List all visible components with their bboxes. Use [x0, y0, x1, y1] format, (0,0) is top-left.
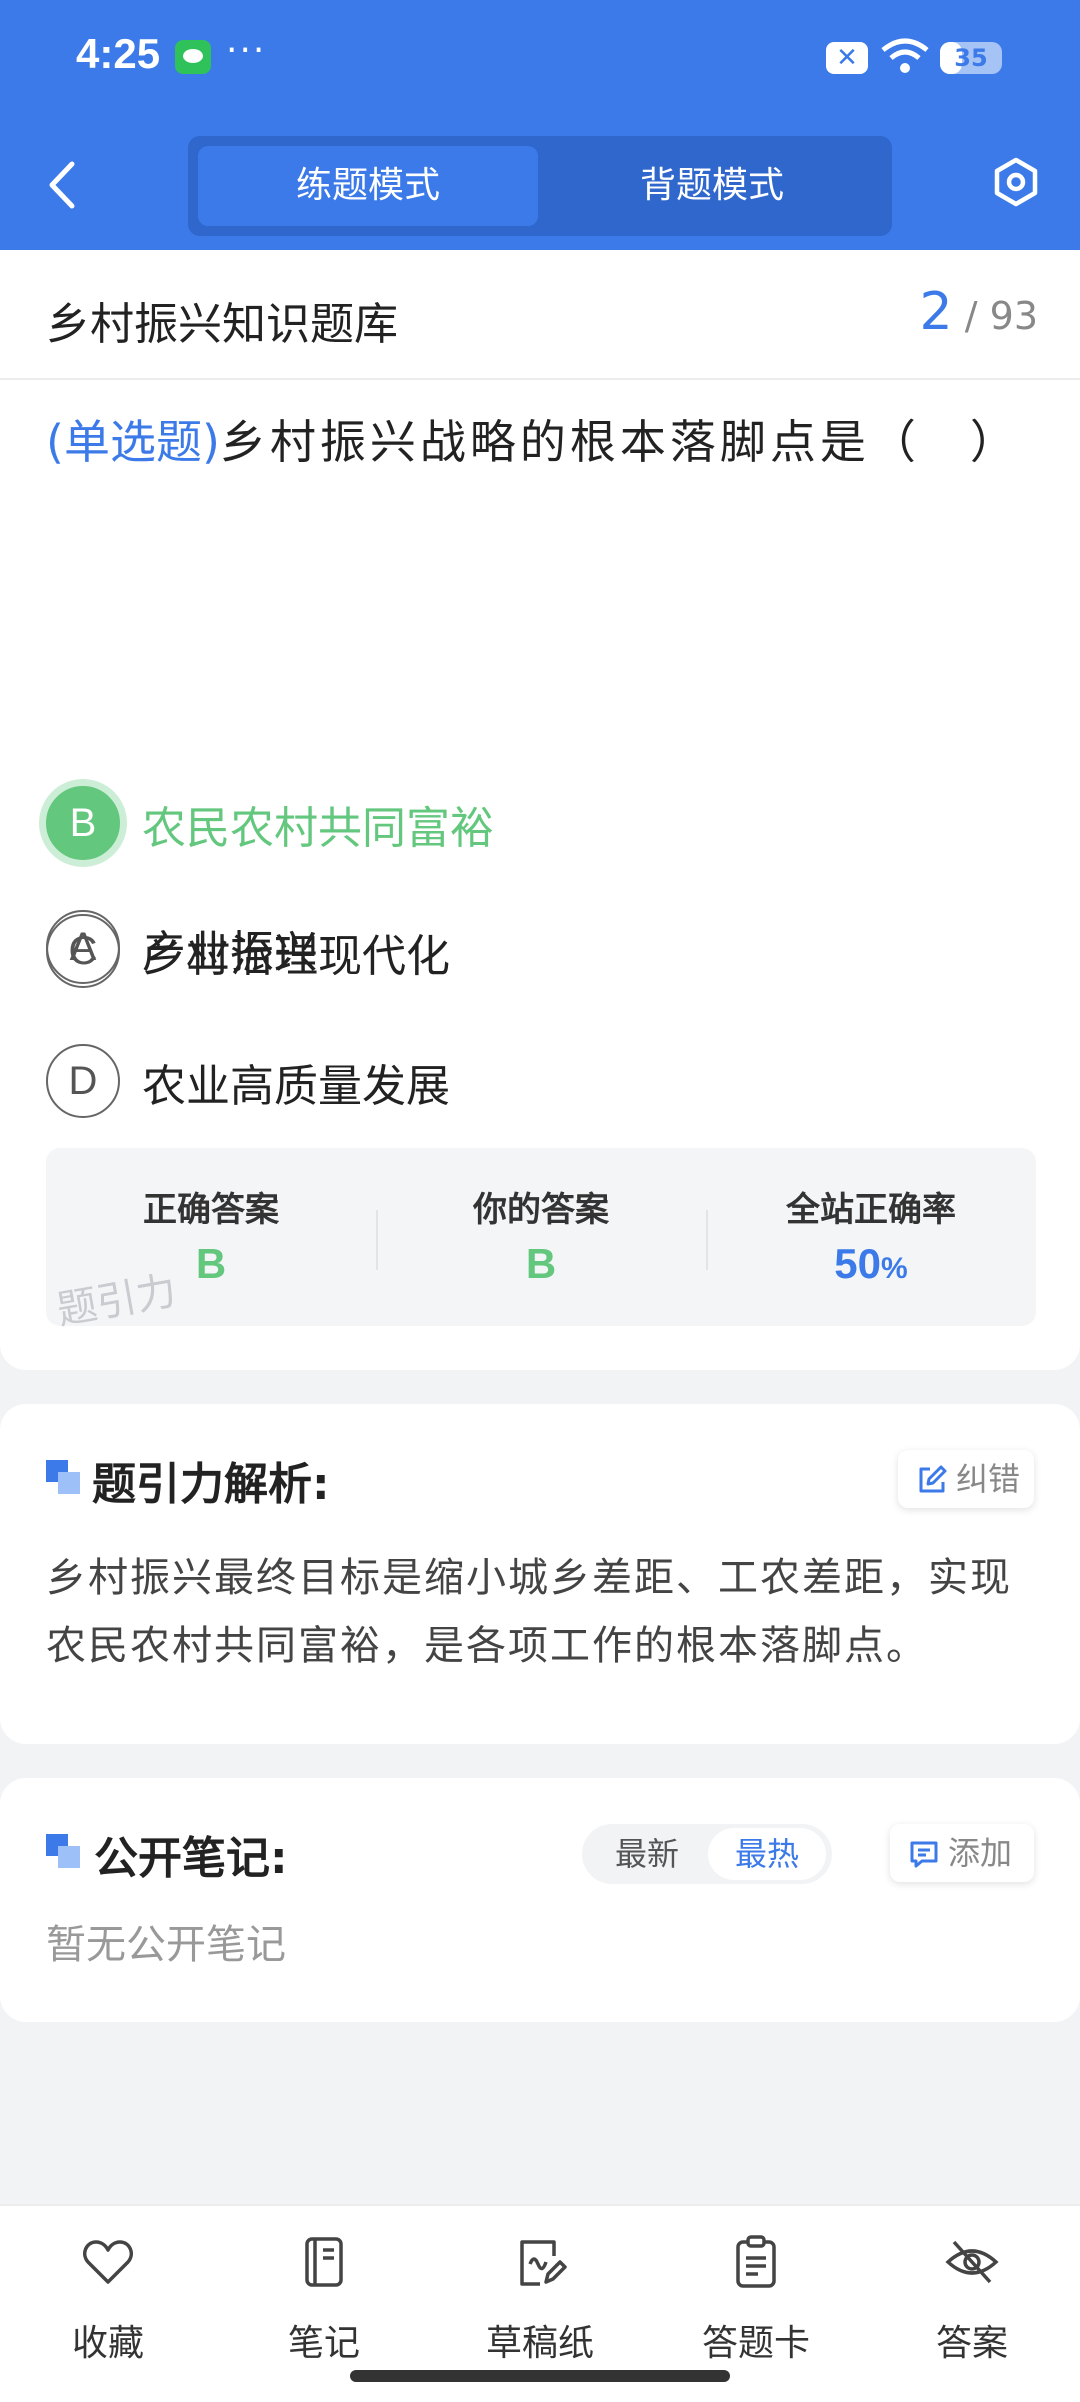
question-stem: (单选题)乡村振兴战略的根本落脚点是（ ） [46, 400, 1036, 484]
favorite-button[interactable]: 收藏 [28, 2234, 188, 2374]
current-question-number: 2 [919, 282, 953, 342]
favorite-label: 收藏 [71, 2323, 144, 2364]
back-arrow-icon[interactable] [40, 158, 88, 212]
analysis-card: 题引力解析: 纠错 乡村振兴最终目标是缩小城乡差距、工农差距，实现农民农村共同富… [0, 1404, 1080, 1744]
option-letter: D [46, 1044, 120, 1118]
status-time: 4:25 [76, 30, 161, 77]
battery-icon: 35 [940, 42, 1002, 74]
report-error-label: 纠错 [956, 1460, 1021, 1498]
total-question-count: 93 [989, 294, 1038, 338]
answer-summary: 正确答案 B 你的答案 B 全站正确率 50% 题引力 [46, 1148, 1036, 1334]
question-type: (单选题) [46, 415, 220, 469]
question-card: 乡村振兴知识题库 2 / 93 (单选题)乡村振兴战略的根本落脚点是（ ） A … [0, 250, 1080, 1370]
option-letter: B [46, 786, 120, 860]
edit-icon [919, 1465, 947, 1493]
option-letter: C [46, 914, 120, 988]
close-status-icon: ✕ [826, 42, 868, 74]
heart-icon [83, 2240, 133, 2284]
sort-hot-button[interactable]: 最热 [708, 1828, 826, 1880]
correct-answer-label: 正确答案 [143, 1190, 279, 1230]
accuracy-unit: % [881, 1252, 908, 1285]
section-icon [46, 1834, 82, 1870]
answer-sheet-label: 答题卡 [701, 2323, 810, 2364]
eye-off-icon [945, 2240, 999, 2284]
option-text: 农民农村共同富裕 [142, 803, 494, 854]
show-answer-button[interactable]: 答案 [892, 2234, 1052, 2374]
analysis-title: 题引力解析: [92, 1459, 330, 1510]
question-text: 乡村振兴战略的根本落脚点是（ ） [219, 415, 1020, 469]
notes-sort-toggle: 最新 最热 [582, 1824, 832, 1884]
divider [0, 378, 1080, 380]
show-answer-label: 答案 [935, 2323, 1008, 2364]
notebook-icon [305, 2237, 343, 2287]
top-header: 4:25 ··· ✕ 35 练题模式 背题模式 [0, 0, 1080, 250]
question-bank-title: 乡村振兴知识题库 [46, 299, 398, 350]
battery-level: 35 [954, 44, 988, 72]
your-answer-col: 你的答案 B [376, 1148, 706, 1326]
tab-memorize-mode[interactable]: 背题模式 [542, 146, 882, 226]
accuracy-number: 50 [834, 1240, 882, 1287]
wechat-notification-icon [175, 40, 211, 74]
comment-icon [910, 1841, 938, 1868]
analysis-text: 乡村振兴最终目标是缩小城乡差距、工农差距，实现农民农村共同富裕，是各项工作的根本… [46, 1555, 1012, 1669]
accuracy-value: 50% [706, 1240, 1036, 1288]
draft-paper-icon [520, 2240, 567, 2286]
option-text: 乡村治理现代化 [142, 931, 450, 982]
wifi-icon [881, 38, 929, 73]
settings-hexagon-icon[interactable] [990, 156, 1042, 208]
draft-paper-button[interactable]: 草稿纸 [460, 2234, 620, 2374]
draft-paper-label: 草稿纸 [485, 2323, 594, 2364]
notes-button[interactable]: 笔记 [244, 2234, 404, 2374]
progress-separator: / [964, 294, 978, 338]
question-progress: 2 / 93 [920, 282, 1038, 342]
empty-notes-text: 暂无公开笔记 [46, 1922, 286, 1968]
add-note-button[interactable]: 添加 [890, 1824, 1034, 1882]
section-icon [46, 1460, 82, 1496]
home-indicator[interactable] [350, 2370, 730, 2382]
accuracy-label: 全站正确率 [786, 1190, 956, 1230]
answer-sheet-button[interactable]: 答题卡 [676, 2234, 836, 2374]
more-notifications-indicator: ··· [226, 30, 267, 71]
public-notes-card: 公开笔记: 最新 最热 添加 暂无公开笔记 [0, 1778, 1080, 2022]
add-note-label: 添加 [948, 1834, 1013, 1872]
accuracy-col: 全站正确率 50% [706, 1148, 1036, 1326]
answer-sheet-icon [736, 2235, 776, 2288]
sort-latest-button[interactable]: 最新 [588, 1828, 706, 1880]
notes-label: 笔记 [287, 2323, 360, 2364]
mode-switch: 练题模式 背题模式 [188, 136, 892, 236]
tab-practice-mode[interactable]: 练题模式 [198, 146, 538, 226]
option-text: 农业高质量发展 [142, 1061, 450, 1112]
notes-title: 公开笔记: [94, 1833, 288, 1884]
your-answer-value: B [525, 1240, 557, 1287]
report-error-button[interactable]: 纠错 [898, 1450, 1034, 1508]
your-answer-label: 你的答案 [473, 1190, 609, 1230]
